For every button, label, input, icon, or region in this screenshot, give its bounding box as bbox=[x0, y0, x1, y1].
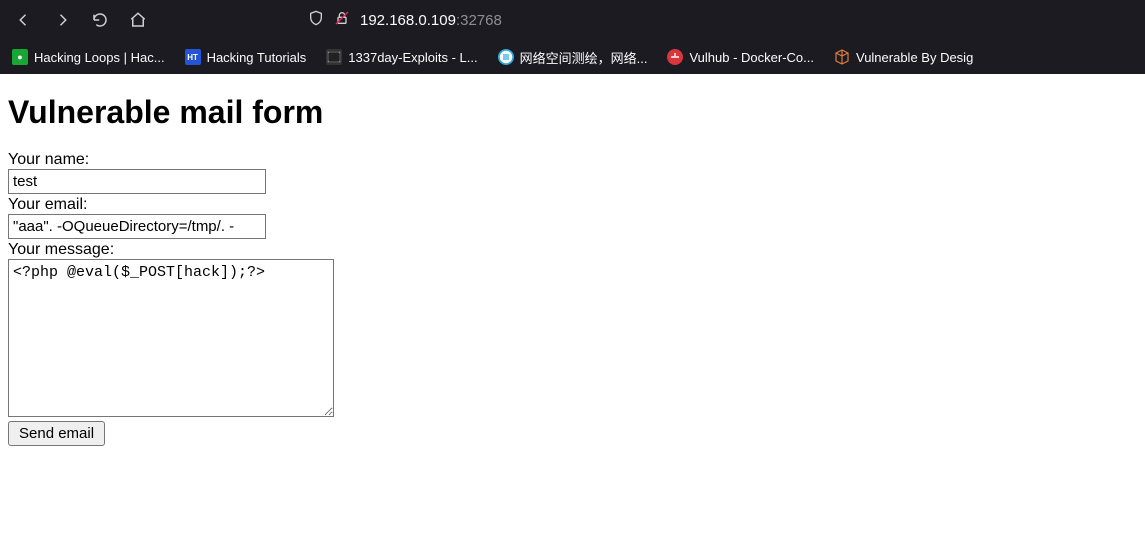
email-label: Your email: bbox=[8, 196, 1137, 214]
browser-chrome: 192.168.0.109:32768 ● Hacking Loops | Ha… bbox=[0, 0, 1145, 74]
bookmark-label: Hacking Loops | Hac... bbox=[34, 50, 165, 65]
page-content: Vulnerable mail form Your name: Your ema… bbox=[0, 74, 1145, 454]
bookmark-hacking-tutorials[interactable]: HT Hacking Tutorials bbox=[179, 45, 313, 69]
email-input[interactable] bbox=[8, 214, 266, 239]
bookmark-favicon-icon: ● bbox=[12, 49, 28, 65]
bookmark-favicon-icon bbox=[326, 49, 342, 65]
url-port: :32768 bbox=[456, 12, 502, 29]
message-textarea[interactable] bbox=[8, 259, 334, 417]
name-input[interactable] bbox=[8, 169, 266, 194]
home-icon bbox=[129, 11, 147, 29]
bookmark-fofa[interactable]: 网络空间测绘，网络... bbox=[492, 44, 654, 71]
bookmark-vulnhub[interactable]: Vulnerable By Desig bbox=[828, 45, 979, 69]
bookmark-label: Vulhub - Docker-Co... bbox=[689, 50, 814, 65]
browser-toolbar: 192.168.0.109:32768 bbox=[0, 0, 1145, 40]
shield-icon bbox=[308, 10, 324, 31]
bookmark-favicon-icon bbox=[834, 49, 850, 65]
bookmark-label: Vulnerable By Desig bbox=[856, 50, 973, 65]
home-button[interactable] bbox=[122, 4, 154, 36]
bookmark-vulhub[interactable]: Vulhub - Docker-Co... bbox=[661, 45, 820, 69]
bookmark-favicon-icon bbox=[667, 49, 683, 65]
page-title: Vulnerable mail form bbox=[8, 94, 1137, 131]
bookmark-label: 1337day-Exploits - L... bbox=[348, 50, 477, 65]
bookmarks-bar: ● Hacking Loops | Hac... HT Hacking Tuto… bbox=[0, 40, 1145, 74]
message-label: Your message: bbox=[8, 241, 1137, 259]
insecure-lock-icon bbox=[334, 10, 350, 31]
bookmark-favicon-icon: HT bbox=[185, 49, 201, 65]
send-email-button[interactable]: Send email bbox=[8, 421, 105, 446]
reload-icon bbox=[91, 11, 109, 29]
url-text: 192.168.0.109:32768 bbox=[360, 12, 502, 29]
forward-button[interactable] bbox=[46, 4, 78, 36]
url-host: 192.168.0.109 bbox=[360, 12, 456, 29]
bookmark-label: 网络空间测绘，网络... bbox=[520, 48, 648, 67]
reload-button[interactable] bbox=[84, 4, 116, 36]
arrow-left-icon bbox=[15, 11, 33, 29]
back-button[interactable] bbox=[8, 4, 40, 36]
name-label: Your name: bbox=[8, 151, 1137, 169]
bookmark-favicon-icon bbox=[498, 49, 514, 65]
bookmark-hacking-loops[interactable]: ● Hacking Loops | Hac... bbox=[6, 45, 171, 69]
arrow-right-icon bbox=[53, 11, 71, 29]
bookmark-label: Hacking Tutorials bbox=[207, 50, 307, 65]
url-bar[interactable]: 192.168.0.109:32768 bbox=[300, 4, 1137, 36]
bookmark-1337day[interactable]: 1337day-Exploits - L... bbox=[320, 45, 483, 69]
